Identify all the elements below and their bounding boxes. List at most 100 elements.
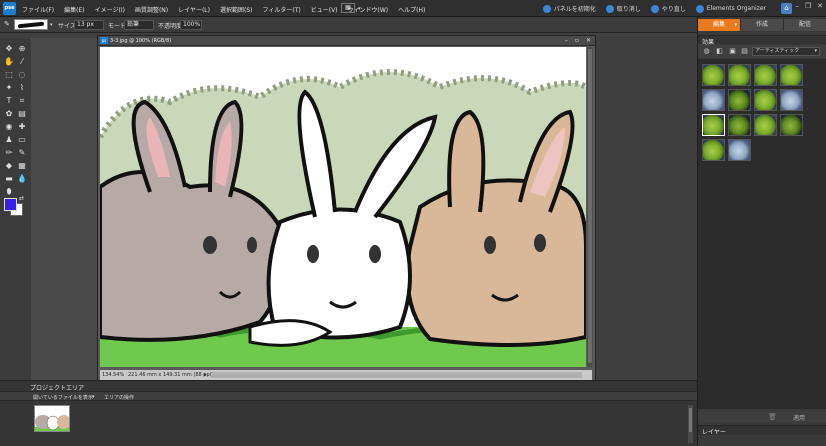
- redo-button[interactable]: やり直し: [650, 4, 686, 13]
- paint-bucket-icon[interactable]: ◆: [3, 160, 15, 172]
- mode-select[interactable]: 鉛筆: [124, 20, 154, 30]
- all-effects-icon[interactable]: ▤: [740, 47, 749, 56]
- clone-stamp-icon[interactable]: ♟: [3, 134, 15, 146]
- eyedropper-icon[interactable]: ⁄: [16, 56, 28, 68]
- menu-help[interactable]: ヘルプ(H): [398, 5, 425, 14]
- organizer-button[interactable]: Elements Organizer: [695, 4, 766, 13]
- selection-brush-icon[interactable]: ⌇: [16, 82, 28, 94]
- pencil-icon[interactable]: ✏: [3, 147, 15, 159]
- show-open-files-select[interactable]: 開いているファイルを表示: [33, 394, 93, 401]
- undo-button[interactable]: 取り消し: [605, 4, 641, 13]
- document-window-controls: – ▫ ✕: [565, 37, 591, 44]
- zoom-tool-icon[interactable]: ⊕: [16, 43, 28, 55]
- image-canvas[interactable]: [100, 47, 586, 367]
- layer-styles-icon[interactable]: ◧: [715, 47, 724, 56]
- foreground-color-swatch[interactable]: [4, 198, 17, 211]
- effect-thumbnail[interactable]: [754, 114, 777, 136]
- chevron-down-icon[interactable]: ▾: [50, 22, 53, 28]
- photo-effects-icon[interactable]: ▣: [728, 47, 737, 56]
- effect-thumbnail[interactable]: [728, 89, 751, 111]
- window-controls: – ❐ ✕: [795, 2, 823, 10]
- bin-actions-menu[interactable]: エリアの操作: [104, 394, 134, 401]
- effect-thumbnail[interactable]: [728, 114, 751, 136]
- layers-panel-header[interactable]: レイヤー: [698, 425, 826, 436]
- red-eye-icon[interactable]: ◉: [3, 121, 15, 133]
- lasso-icon[interactable]: ◌: [16, 69, 28, 81]
- trash-icon[interactable]: 🗑: [768, 413, 777, 421]
- cookie-cutter-icon[interactable]: ✿: [3, 108, 15, 120]
- healing-brush-icon[interactable]: ✚: [16, 121, 28, 133]
- maximize-icon[interactable]: ▫: [575, 37, 579, 44]
- minimize-icon[interactable]: –: [565, 37, 568, 44]
- straighten-icon[interactable]: ▤: [16, 108, 28, 120]
- tab-create[interactable]: 作成: [741, 19, 784, 31]
- shape-tool-icon[interactable]: ▬: [3, 173, 15, 185]
- tab-edit[interactable]: 編集 ▾: [698, 19, 741, 31]
- reset-panels-button[interactable]: パネルを初期化: [542, 4, 596, 13]
- pencil-tool-icon[interactable]: ✎: [4, 20, 13, 29]
- effect-thumbnail-selected[interactable]: [702, 114, 725, 136]
- home-icon[interactable]: ⌂: [781, 3, 792, 14]
- rabbits-thumbnail: [35, 415, 69, 431]
- tool-grid: ✥ ⊕ ✋ ⁄ ⬚ ◌ ✦ ⌇ T ⌗ ✿ ▤ ◉ ✚ ♟ ▭ ✏ ✎ ◆ ▦ …: [3, 43, 28, 198]
- menu-view[interactable]: ビュー(V): [311, 5, 338, 14]
- effects-footer: 🗑 適用: [698, 411, 826, 423]
- effect-thumbnail[interactable]: [780, 64, 803, 86]
- file-thumbnail[interactable]: [34, 405, 70, 432]
- magic-wand-icon[interactable]: ✦: [3, 82, 15, 94]
- effect-thumbnail[interactable]: [780, 114, 803, 136]
- menu-enhance[interactable]: 画質調整(N): [135, 5, 168, 14]
- effect-thumbnail[interactable]: [702, 89, 725, 111]
- type-tool-icon[interactable]: T: [3, 95, 15, 107]
- effect-thumbnail[interactable]: [754, 64, 777, 86]
- menu-file[interactable]: ファイル(F): [22, 5, 54, 14]
- chevron-right-icon[interactable]: ▸: [204, 372, 207, 378]
- effect-thumbnail[interactable]: [702, 64, 725, 86]
- scroll-thumb[interactable]: [689, 408, 692, 432]
- document-title-bar[interactable]: ps 3-3.jpg @ 100% (RGB/8) – ▫ ✕: [98, 36, 595, 46]
- chevron-down-icon[interactable]: ▾: [734, 19, 737, 31]
- move-tool-icon[interactable]: ✥: [3, 43, 15, 55]
- effect-thumbnail[interactable]: [728, 139, 751, 161]
- blur-tool-icon[interactable]: 💧: [16, 173, 28, 185]
- menu-edit[interactable]: 編集(E): [64, 5, 84, 14]
- zoom-level[interactable]: 134.54%: [102, 372, 124, 378]
- hand-tool-icon[interactable]: ✋: [3, 56, 15, 68]
- marquee-icon[interactable]: ⬚: [3, 69, 15, 81]
- scroll-thumb[interactable]: [588, 49, 592, 363]
- horizontal-scrollbar[interactable]: [212, 372, 582, 378]
- chevron-down-icon[interactable]: ▾: [358, 6, 361, 12]
- brush-icon[interactable]: ✎: [16, 147, 28, 159]
- gradient-icon[interactable]: ▦: [16, 160, 28, 172]
- sponge-tool-icon[interactable]: ⬮: [3, 186, 15, 198]
- effects-category-select[interactable]: アーティスティック ▾: [752, 47, 820, 56]
- minimize-icon[interactable]: –: [795, 2, 799, 10]
- vertical-scrollbar[interactable]: [587, 47, 593, 367]
- menu-filter[interactable]: フィルター(T): [263, 5, 301, 14]
- maximize-icon[interactable]: ❐: [805, 2, 811, 10]
- menu-image[interactable]: イメージ(I): [95, 5, 125, 14]
- close-icon[interactable]: ✕: [586, 37, 591, 44]
- effects-panel-header[interactable]: 効果: [698, 35, 826, 46]
- close-icon[interactable]: ✕: [817, 2, 823, 10]
- filters-icon[interactable]: ◍: [702, 47, 711, 56]
- crop-tool-icon[interactable]: ⌗: [16, 95, 28, 107]
- opacity-field[interactable]: 100%: [180, 20, 202, 30]
- size-field[interactable]: 13 px: [74, 20, 104, 30]
- apply-button[interactable]: 適用: [793, 413, 805, 422]
- workspace-icon[interactable]: ▦: [341, 3, 355, 13]
- effect-thumbnail[interactable]: [780, 89, 803, 111]
- effect-thumbnail[interactable]: [754, 89, 777, 111]
- swap-colors-icon[interactable]: ⇄: [19, 195, 24, 202]
- tab-share[interactable]: 配信: [784, 19, 826, 31]
- menu-layer[interactable]: レイヤー(L): [178, 5, 210, 14]
- effect-thumbnail[interactable]: [728, 64, 751, 86]
- project-bin-scrollbar[interactable]: [688, 405, 693, 443]
- document-status-bar: 134.54% 221.46 mm x 149.31 mm (88 ppi) ▸: [100, 370, 592, 380]
- effect-thumbnail[interactable]: [702, 139, 725, 161]
- brush-preview[interactable]: [14, 19, 48, 30]
- eraser-icon[interactable]: ▭: [16, 134, 28, 146]
- reset-icon: [542, 4, 551, 13]
- chevron-down-icon[interactable]: ▾: [92, 394, 95, 400]
- menu-select[interactable]: 選択範囲(S): [220, 5, 253, 14]
